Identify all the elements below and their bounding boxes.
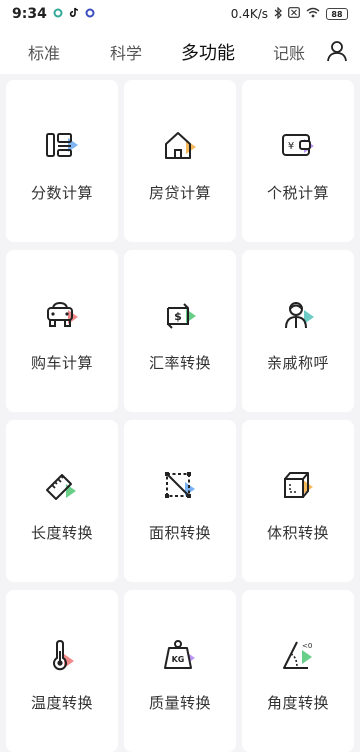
status-time: 9:34 <box>12 6 47 22</box>
fraction-icon <box>42 128 82 164</box>
svg-text:¥: ¥ <box>288 141 294 152</box>
status-bar: 9:34 0.4K/s 88 <box>0 0 360 28</box>
tab-scientific[interactable]: 科学 <box>110 40 142 64</box>
wallet-yen-icon: ¥ <box>278 128 318 164</box>
tool-label: 长度转换 <box>30 524 93 542</box>
status-left: 9:34 <box>12 6 95 22</box>
tool-label: 汇率转换 <box>148 354 211 372</box>
tool-card-fraction[interactable]: 分数计算 <box>6 80 118 242</box>
tool-label: 体积转换 <box>266 524 329 542</box>
tab-standard[interactable]: 标准 <box>28 40 60 64</box>
ruler-icon <box>42 468 82 504</box>
svg-text:KG: KG <box>172 655 185 664</box>
relatives-icon <box>278 298 318 334</box>
tool-card-angle[interactable]: <0 角度转换 <box>242 590 354 752</box>
tool-label: 面积转换 <box>148 524 211 542</box>
tool-card-tax[interactable]: ¥ 个税计算 <box>242 80 354 242</box>
cube-icon <box>278 468 318 504</box>
svg-text:$: $ <box>174 310 182 323</box>
thermometer-icon <box>42 638 82 674</box>
car-icon <box>42 298 82 334</box>
sim-icon <box>288 7 300 21</box>
angle-icon: <0 <box>278 638 318 674</box>
tool-label: 房贷计算 <box>148 184 211 202</box>
tool-card-length[interactable]: 长度转换 <box>6 420 118 582</box>
tool-label: 亲戚称呼 <box>266 354 329 372</box>
tiktok-icon <box>69 7 79 22</box>
wifi-icon <box>306 7 320 21</box>
battery-icon: 88 <box>326 8 348 20</box>
weight-kg-icon: KG <box>160 638 200 674</box>
tab-bar: 标准 科学 多功能 记账 <box>0 28 360 74</box>
house-icon <box>160 128 200 164</box>
circle-app-icon <box>85 7 95 22</box>
tool-card-car[interactable]: 购车计算 <box>6 250 118 412</box>
tool-card-exchange[interactable]: $ 汇率转换 <box>124 250 236 412</box>
tool-label: 角度转换 <box>266 694 329 712</box>
tool-card-weight[interactable]: KG 质量转换 <box>124 590 236 752</box>
app-notification-icon <box>53 7 63 22</box>
tool-label: 分数计算 <box>30 184 93 202</box>
status-right: 0.4K/s 88 <box>230 6 348 22</box>
svg-text:<0: <0 <box>302 642 312 650</box>
area-icon <box>160 468 200 504</box>
user-icon[interactable] <box>326 40 348 62</box>
bluetooth-icon <box>274 6 282 22</box>
tool-label: 购车计算 <box>30 354 93 372</box>
tool-card-mortgage[interactable]: 房贷计算 <box>124 80 236 242</box>
tool-card-volume[interactable]: 体积转换 <box>242 420 354 582</box>
exchange-dollar-icon: $ <box>160 298 200 334</box>
tool-label: 温度转换 <box>30 694 93 712</box>
network-speed: 0.4K/s <box>230 7 268 21</box>
tool-card-temperature[interactable]: 温度转换 <box>6 590 118 752</box>
tab-bookkeeping[interactable]: 记账 <box>273 40 305 64</box>
tool-card-relatives[interactable]: 亲戚称呼 <box>242 250 354 412</box>
tool-label: 个税计算 <box>266 184 329 202</box>
tab-multifunction[interactable]: 多功能 <box>181 39 235 65</box>
tool-label: 质量转换 <box>148 694 211 712</box>
tool-card-area[interactable]: 面积转换 <box>124 420 236 582</box>
